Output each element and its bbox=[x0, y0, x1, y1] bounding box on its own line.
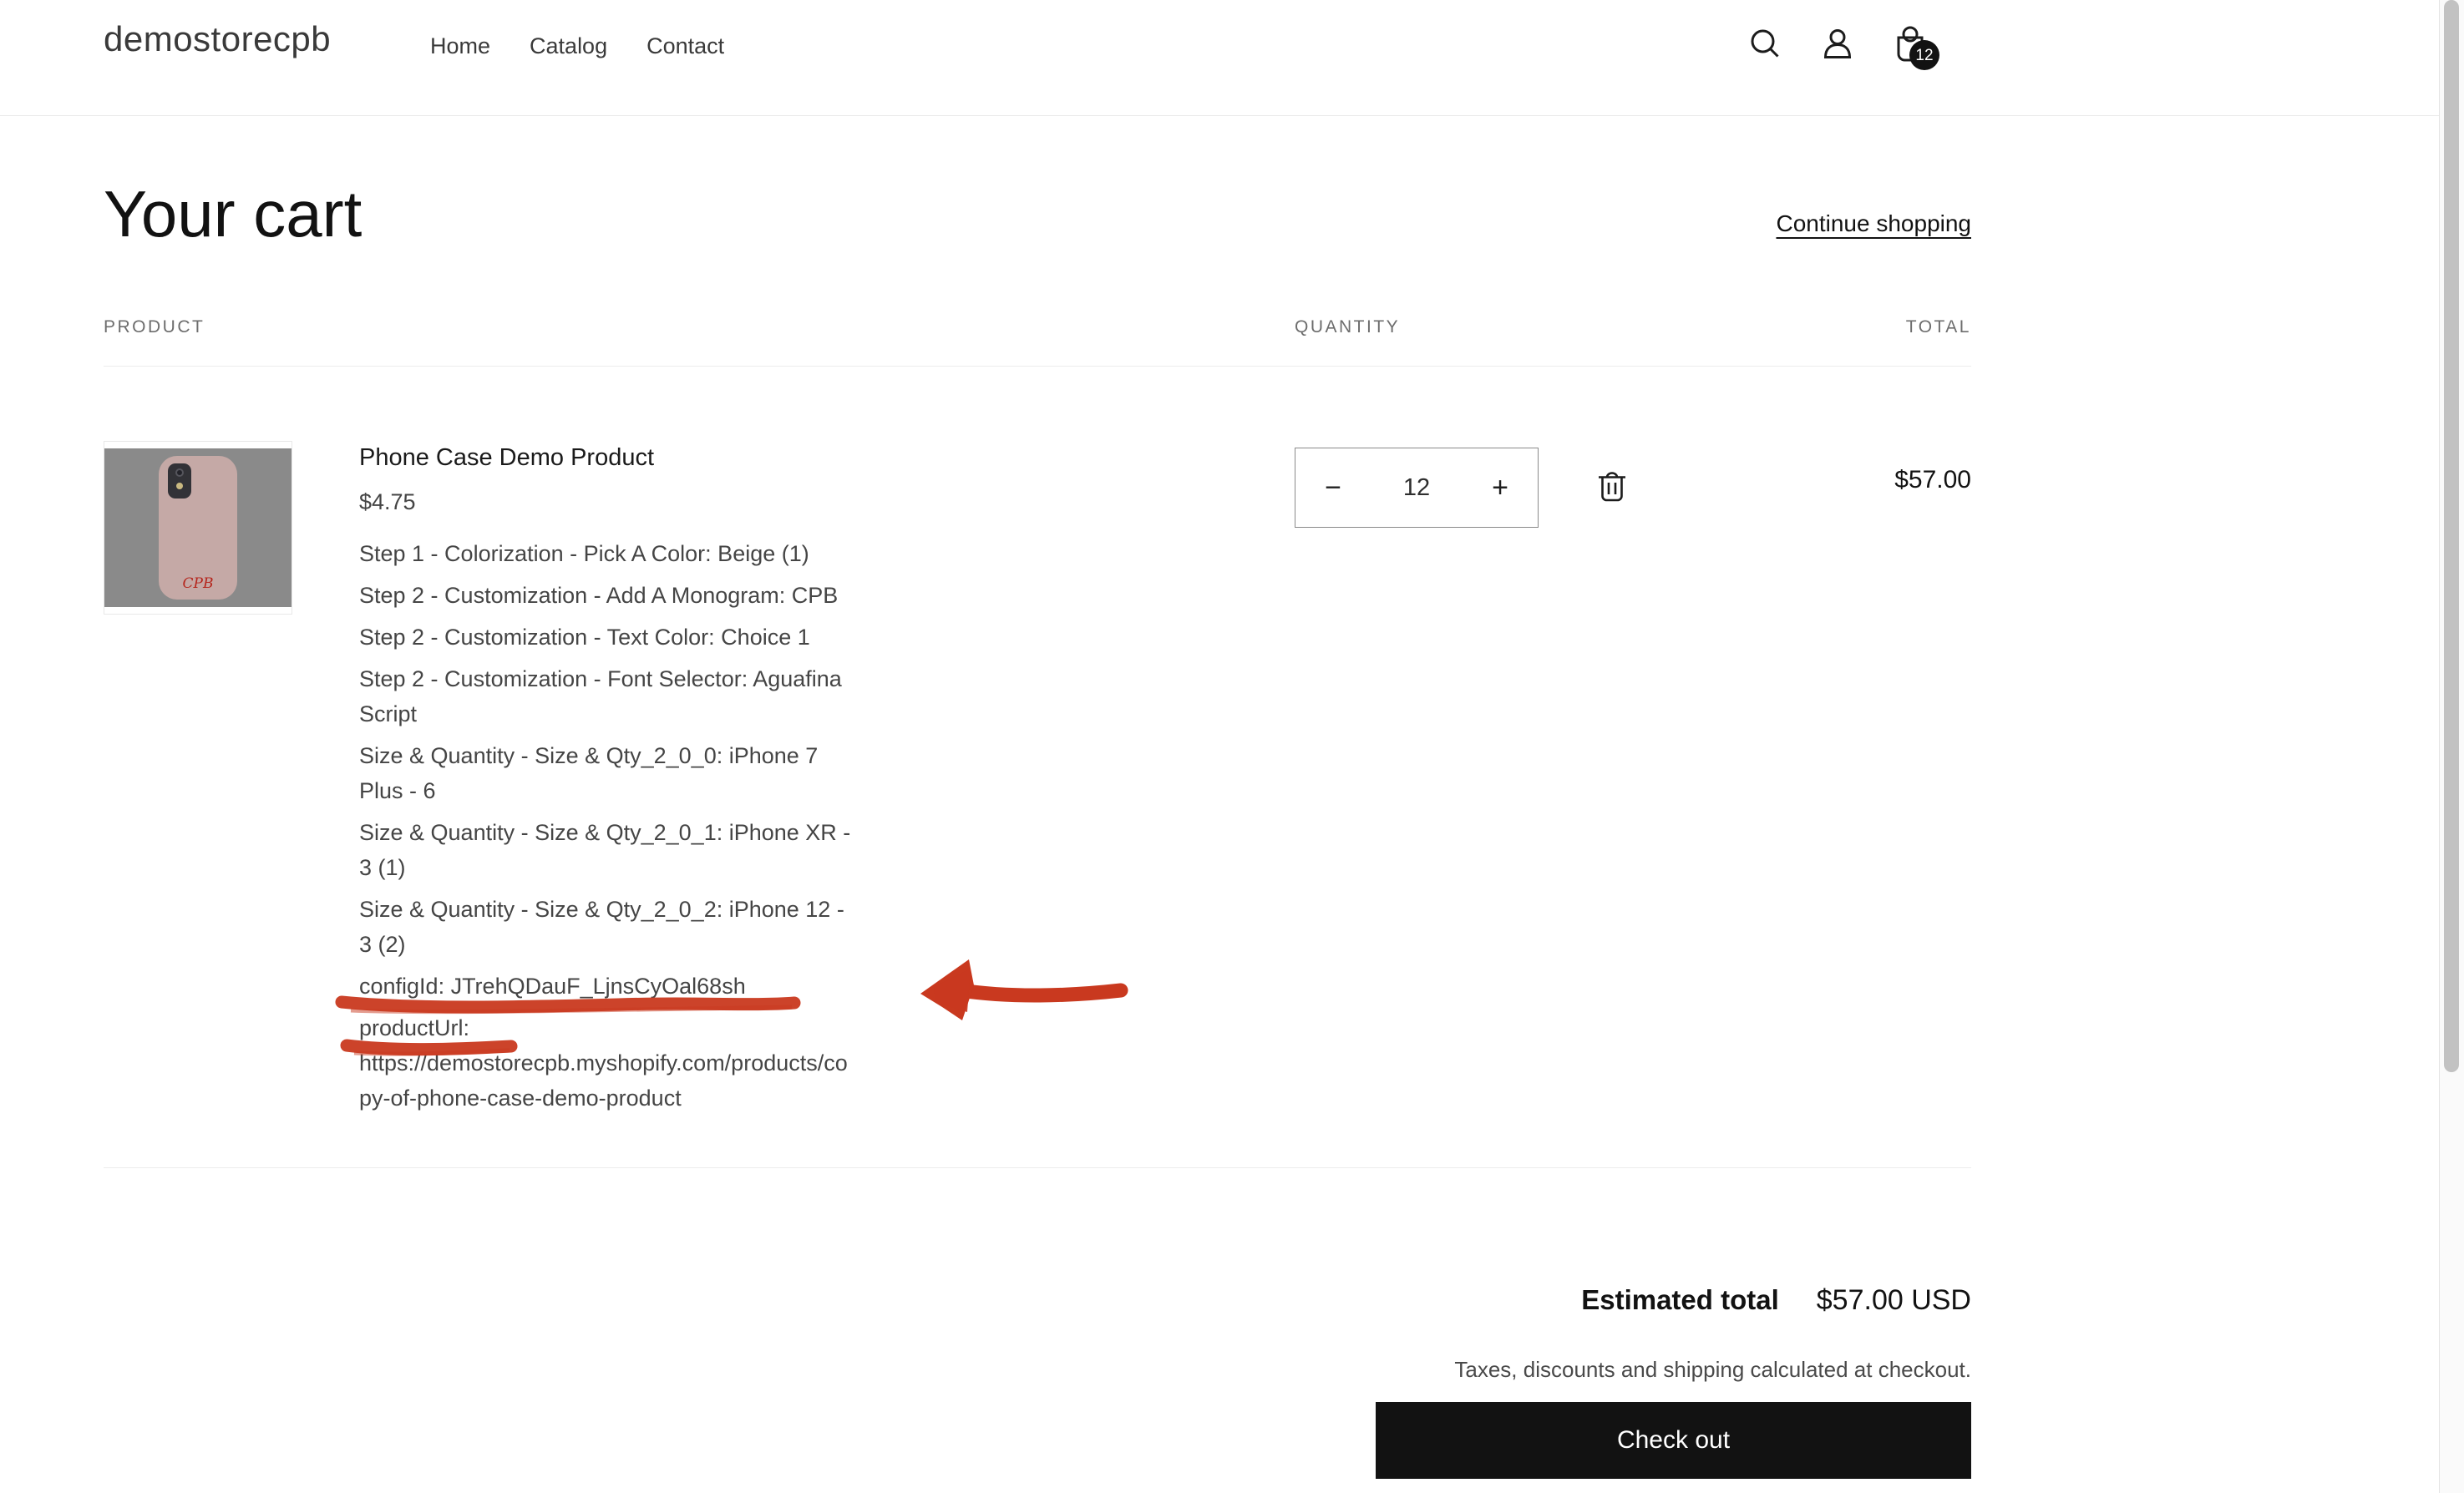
column-header-product: PRODUCT bbox=[104, 317, 205, 337]
product-image: CPB bbox=[104, 448, 292, 607]
store-logo[interactable]: demostorecpb bbox=[104, 18, 331, 60]
product-option: Size & Quantity - Size & Qty_2_0_0: iPho… bbox=[359, 743, 819, 803]
nav-link[interactable]: Contact bbox=[646, 32, 724, 60]
continue-shopping-link[interactable]: Continue shopping bbox=[1776, 210, 1971, 237]
checkout-button[interactable]: Check out bbox=[1376, 1402, 1971, 1479]
column-header-total: TOTAL bbox=[1905, 317, 1971, 337]
quantity-decrease-button[interactable]: − bbox=[1295, 448, 1371, 527]
estimated-total-label: Estimated total bbox=[1581, 1284, 1779, 1315]
monogram-text: CPB bbox=[182, 575, 214, 592]
product-price: $4.75 bbox=[359, 489, 416, 514]
cart-count-badge: 12 bbox=[1909, 40, 1939, 70]
product-option: configId: JTrehQDauF_LjnsCyOal68sh bbox=[359, 974, 746, 999]
scrollbar-thumb[interactable] bbox=[2444, 0, 2459, 1072]
product-option: productUrl: https://demostorecpb.myshopi… bbox=[359, 1015, 848, 1111]
site-header: demostorecpb Home Catalog Contact 12 bbox=[0, 0, 2439, 116]
product-option: Step 2 - Customization - Text Color: Cho… bbox=[359, 625, 810, 650]
cart-button[interactable]: 12 bbox=[1891, 25, 1939, 70]
estimated-total-row: Estimated total $57.00 USD bbox=[1581, 1284, 1971, 1317]
cart-page: demostorecpb Home Catalog Contact 12 You… bbox=[0, 0, 2464, 1493]
product-thumbnail[interactable]: CPB bbox=[104, 441, 292, 615]
line-item-total: $57.00 bbox=[1894, 466, 1971, 493]
quantity-increase-button[interactable]: + bbox=[1463, 448, 1538, 527]
quantity-stepper: − 12 + bbox=[1295, 448, 1539, 528]
product-option: Step 2 - Customization - Font Selector: … bbox=[359, 666, 842, 726]
search-icon bbox=[1751, 29, 1779, 58]
account-button[interactable] bbox=[1818, 25, 1857, 63]
divider bbox=[104, 1167, 1971, 1168]
account-icon bbox=[1823, 29, 1852, 58]
vertical-scrollbar bbox=[2439, 0, 2464, 1493]
estimated-total-value: $57.00 USD bbox=[1816, 1284, 1971, 1316]
product-options: Step 1 - Colorization - Pick A Color: Be… bbox=[359, 536, 852, 1116]
nav-link[interactable]: Catalog bbox=[530, 32, 607, 60]
remove-item-button[interactable] bbox=[1592, 466, 1632, 506]
phone-case-graphic: CPB bbox=[159, 456, 237, 600]
page-title: Your cart bbox=[104, 177, 363, 251]
trash-icon bbox=[1599, 472, 1625, 502]
product-option: Step 1 - Colorization - Pick A Color: Be… bbox=[359, 541, 809, 566]
search-button[interactable] bbox=[1746, 25, 1784, 63]
quantity-input[interactable]: 12 bbox=[1371, 474, 1463, 502]
main-nav: Home Catalog Contact bbox=[430, 32, 724, 60]
annotation-arrow bbox=[920, 959, 1128, 1020]
header-icons: 12 bbox=[1746, 25, 1939, 70]
taxes-note: Taxes, discounts and shipping calculated… bbox=[1454, 1357, 1971, 1382]
phone-camera-graphic bbox=[168, 463, 191, 499]
product-option: Size & Quantity - Size & Qty_2_0_2: iPho… bbox=[359, 897, 844, 957]
divider bbox=[104, 366, 1971, 367]
nav-link[interactable]: Home bbox=[430, 32, 490, 60]
product-name[interactable]: Phone Case Demo Product bbox=[359, 443, 852, 473]
product-option: Size & Quantity - Size & Qty_2_0_1: iPho… bbox=[359, 820, 851, 880]
column-header-quantity: QUANTITY bbox=[1295, 317, 1401, 337]
product-details: Phone Case Demo Product $4.75 Step 1 - C… bbox=[359, 443, 852, 1122]
product-option: Step 2 - Customization - Add A Monogram:… bbox=[359, 583, 839, 608]
